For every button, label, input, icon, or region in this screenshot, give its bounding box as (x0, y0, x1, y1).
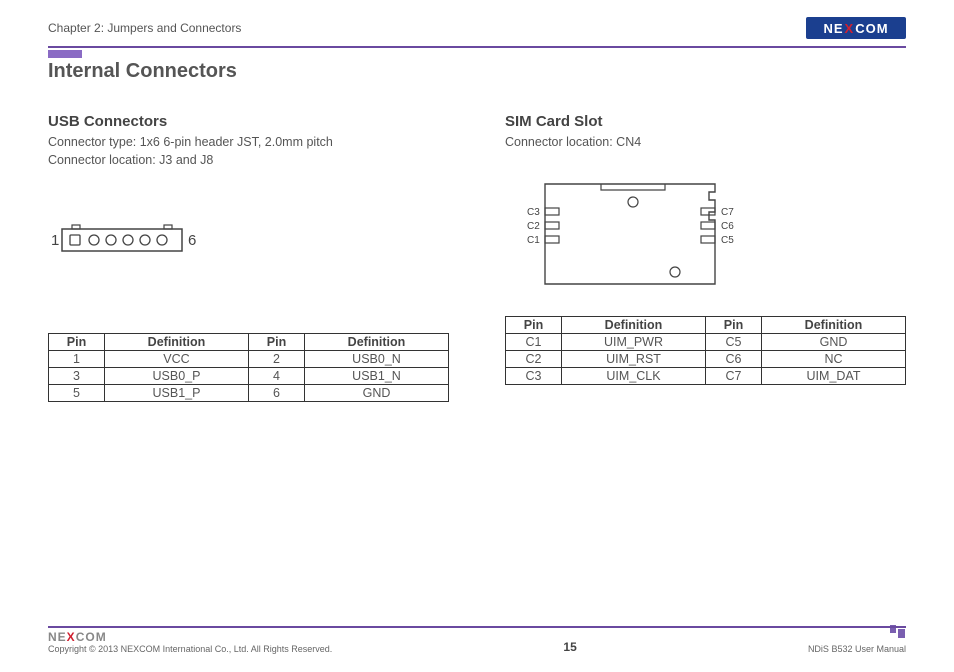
chapter-title: Chapter 2: Jumpers and Connectors (48, 21, 241, 35)
sim-connector-location: Connector location: CN4 (505, 134, 906, 152)
table-row: C2UIM_RST C6NC (506, 350, 906, 367)
table-row: 1VCC 2USB0_N (49, 351, 449, 368)
copyright-text: Copyright © 2013 NEXCOM International Co… (48, 644, 332, 654)
svg-text:C1: C1 (527, 235, 540, 246)
sim-heading: SIM Card Slot (505, 113, 906, 130)
table-header: Pin (506, 316, 562, 333)
table-row: 3USB0_P 4USB1_N (49, 368, 449, 385)
sim-pin-table: Pin Definition Pin Definition C1UIM_PWR … (505, 316, 906, 385)
table-header: Definition (305, 334, 449, 351)
sim-slot-diagram: C3 C2 C1 C7 C6 C5 (505, 172, 765, 302)
svg-text:C2: C2 (527, 221, 540, 232)
page-number: 15 (563, 640, 576, 654)
svg-text:C6: C6 (721, 221, 734, 232)
table-header: Pin (49, 334, 105, 351)
table-header: Definition (105, 334, 249, 351)
header-rule (48, 46, 906, 48)
manual-title: NDiS B532 User Manual (808, 644, 906, 654)
usb-connector-diagram: 1 6 (48, 215, 218, 265)
svg-text:1: 1 (51, 232, 59, 249)
nexcom-logo-footer: NEXCOM (48, 630, 332, 644)
table-row: C1UIM_PWR C5GND (506, 333, 906, 350)
table-header: Pin (706, 316, 762, 333)
usb-heading: USB Connectors (48, 113, 449, 130)
table-row: C3UIM_CLK C7UIM_DAT (506, 367, 906, 384)
usb-connector-type: Connector type: 1x6 6-pin header JST, 2.… (48, 134, 449, 152)
table-header: Definition (562, 316, 706, 333)
footer-rule (48, 626, 906, 628)
page-title: Internal Connectors (48, 60, 906, 83)
usb-connector-location: Connector location: J3 and J8 (48, 152, 449, 170)
table-header: Pin (249, 334, 305, 351)
nexcom-logo: NEXCOM (806, 17, 906, 39)
usb-pin-table: Pin Definition Pin Definition 1VCC 2USB0… (48, 333, 449, 402)
table-row: 5USB1_P 6GND (49, 385, 449, 402)
svg-text:C5: C5 (721, 235, 734, 246)
svg-text:C3: C3 (527, 207, 540, 218)
svg-text:C7: C7 (721, 207, 734, 218)
svg-text:6: 6 (188, 232, 196, 249)
table-header: Definition (762, 316, 906, 333)
page-tab-marker (48, 50, 82, 58)
